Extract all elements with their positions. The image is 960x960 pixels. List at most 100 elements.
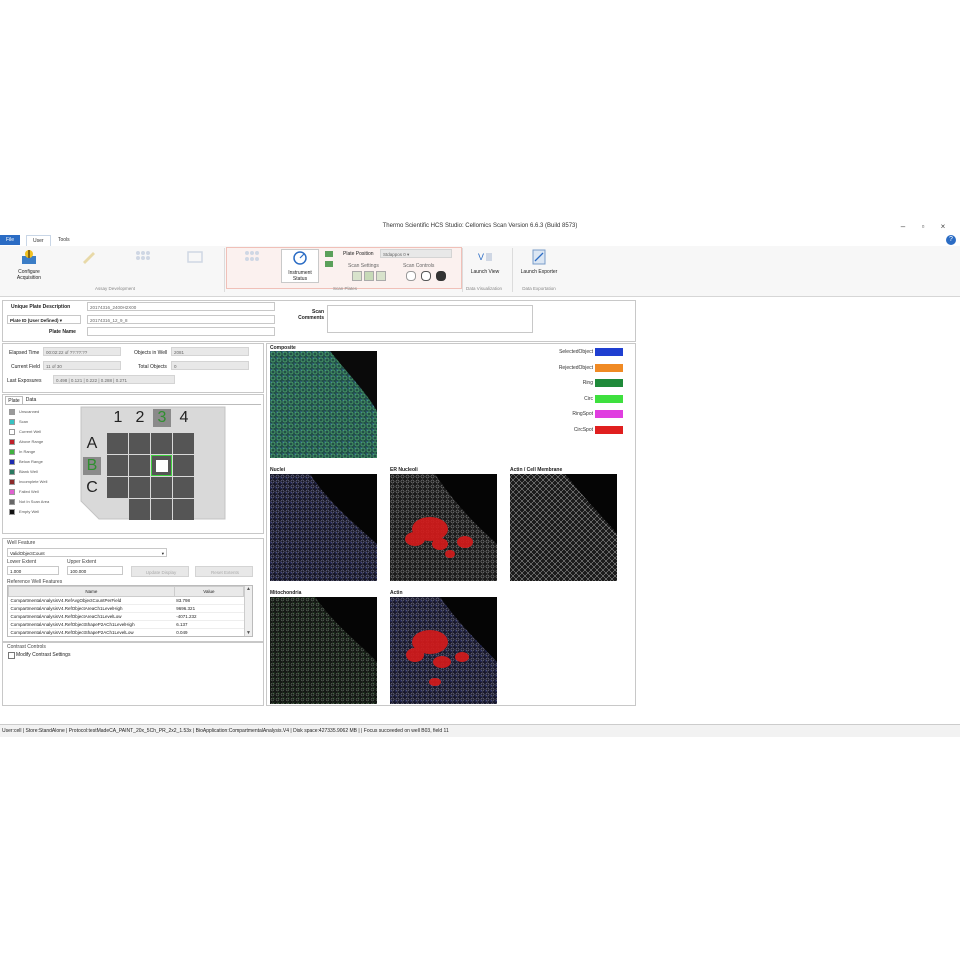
tab-data[interactable]: Data [23,396,39,404]
upper-extent-input[interactable]: 100.000 [67,566,123,575]
plate-well[interactable] [173,477,194,498]
assay-tool-button-3[interactable] [172,249,218,269]
scan-button[interactable] [232,249,272,269]
legend-swatch [9,489,15,495]
title-bar: Thermo Scientific HCS Studio: Cellomics … [0,218,960,234]
update-display-button[interactable]: Update Display [131,566,189,577]
legend-swatch [9,429,15,435]
plate-column-header[interactable]: 4 [175,409,193,427]
mitochondria-title: Mitochondria [270,590,302,596]
plate-well[interactable] [129,477,150,498]
setting-icon-1[interactable] [352,271,362,281]
legend-label: Failed Well [19,489,39,495]
configure-acquisition-button[interactable]: Configure Acquisition [6,249,52,281]
legend-label: Not In Scan Area [19,499,50,505]
minimize-button[interactable]: – [896,222,910,232]
plate-well[interactable] [107,433,128,454]
plate-column-header[interactable]: 3 [153,409,171,427]
column-header-value: Value [173,586,245,597]
plate-id-type-dropdown[interactable]: Plate ID (User Defined) ▾ [7,315,81,324]
launch-view-button[interactable]: V Launch View [464,249,506,275]
er-nucleoli-image[interactable] [390,474,497,581]
plate-well[interactable] [129,433,150,454]
plate-column-header[interactable]: 1 [109,409,127,427]
reference-features-table: Name Value CompartmentalAnalysisV4.RefAv… [7,585,253,637]
legend-label: Scan [19,419,29,425]
view-icon: V [478,252,492,262]
mitochondria-image-render [270,597,377,704]
plate-legend-item: Scan [9,419,79,429]
record-scan-icon[interactable] [436,271,446,281]
plate-well[interactable] [107,477,128,498]
objects-in-well-value: 2081 [171,347,249,356]
modify-contrast-checkbox[interactable] [8,652,15,659]
plate-icon [187,251,203,263]
plate-well[interactable] [129,499,150,520]
status-bar: User:cell | Store:StandAlone | Protocol:… [0,724,960,737]
plate-position-dropdown[interactable]: Stdappos 0 ▾ [380,249,452,258]
wrench-icon [83,252,95,264]
assay-tool-button-2[interactable] [120,249,166,269]
tab-file[interactable]: File [0,235,21,245]
lower-extent-input[interactable]: 1.000 [7,566,59,575]
instrument-status-button[interactable]: Instrument Status [281,249,319,283]
stop-scan-icon[interactable] [406,271,416,281]
plate-name-field[interactable] [87,327,275,336]
assay-tool-button-1[interactable] [66,249,112,269]
overlay-legend-swatch [595,425,623,434]
plate-well[interactable] [129,455,150,476]
composite-image[interactable] [270,351,377,458]
plate-legend-item: Current Well [9,429,79,439]
table-scrollbar[interactable]: ▲ ▼ [244,586,252,636]
plate-well[interactable] [173,433,194,454]
plate-row-header[interactable]: C [83,479,101,497]
current-field-label: Current Field [11,364,40,370]
launch-exporter-button[interactable]: Launch Exporter [514,249,564,275]
setting-icon-3[interactable] [376,271,386,281]
actin-cell-membrane-title: Actin / Cell Membrane [510,467,563,473]
legend-label: In Range [19,449,36,455]
plate-well[interactable] [173,499,194,520]
scan-comments-textarea[interactable] [327,305,533,333]
nuclei-image[interactable] [270,474,377,581]
well-feature-dropdown[interactable]: ValidObjectCount ▾ [7,548,167,557]
tab-tools[interactable]: Tools [52,235,76,245]
plate-well[interactable] [151,477,172,498]
table-row[interactable]: CompartmentalAnalysisV4.RefAvgObjectCoun… [8,596,244,605]
current-well-marker [156,460,168,472]
mitochondria-image[interactable] [270,597,377,704]
close-button[interactable]: × [936,222,950,232]
help-icon[interactable]: ? [946,235,956,245]
plate-well[interactable] [151,433,172,454]
feature-value-cell: 83.798 [174,596,244,605]
plate-well[interactable] [151,499,172,520]
scroll-up-icon[interactable]: ▲ [245,586,252,592]
plate-well[interactable] [107,455,128,476]
upper-extent-label: Upper Extent [67,559,97,565]
plate-legend: Unscanned Scan Current Well Above Range In R… [9,409,79,519]
pause-scan-icon[interactable] [421,271,431,281]
maximize-button[interactable]: ▫ [916,222,930,232]
plate-well[interactable] [151,455,172,476]
table-row[interactable]: CompartmentalAnalysisV4.RefObjectAreaCh1… [8,612,244,621]
modify-contrast-label: Modify Contrast Settings [16,652,71,658]
plate-row-header[interactable]: B [83,457,101,475]
feature-name-cell: CompartmentalAnalysisV4.RefAvgObjectCoun… [8,596,175,605]
setting-icon-2[interactable] [364,271,374,281]
exporter-icon [532,249,546,265]
gauge-icon [293,251,307,265]
tab-user[interactable]: User [26,235,51,246]
plate-row-header[interactable]: A [83,435,101,453]
actin-image[interactable] [390,597,497,704]
reset-extents-button[interactable]: Reset Extents [195,566,253,577]
plate-column-header[interactable]: 2 [131,409,149,427]
scroll-down-icon[interactable]: ▼ [245,630,252,636]
table-row[interactable]: CompartmentalAnalysisV4.RefObjectShapeP2… [8,620,244,629]
plate-id-field[interactable]: 20174316_12_9_8 [87,315,275,324]
table-row[interactable]: CompartmentalAnalysisV4.RefObjectAreaCh1… [8,604,244,613]
unique-plate-desc-field[interactable]: 20174316_2400H2X00 [87,302,275,311]
table-row[interactable]: CompartmentalAnalysisV4.RefObjectShapeP2… [8,628,244,636]
plate-well[interactable] [173,455,194,476]
actin-cell-membrane-image[interactable] [510,474,617,581]
total-objects-label: Total Objects [138,364,167,370]
